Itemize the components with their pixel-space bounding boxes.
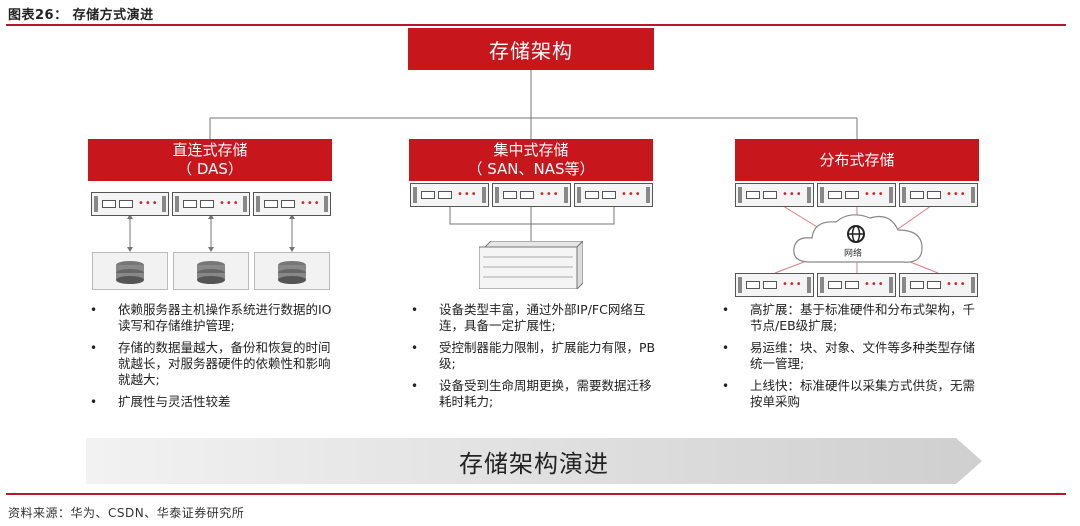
centralized-header: 集中式存储 （ SAN、NAS等）: [409, 139, 653, 181]
server-icon: •••: [410, 183, 489, 207]
disk-icon: [92, 252, 168, 290]
server-icon: •••: [899, 183, 978, 207]
das-subtitle: （ DAS）: [177, 160, 243, 178]
centralized-title: 集中式存储: [493, 141, 569, 159]
server-icon: •••: [172, 192, 250, 216]
storage-array-icon: [478, 239, 585, 291]
distributed-title: 分布式存储: [819, 150, 895, 169]
disk-icon: [173, 252, 249, 290]
centralized-subtitle: （ SAN、NAS等）: [467, 160, 595, 178]
list-item: 设备类型丰富，通过外部IP/FC网络互连，具备一定扩展性;: [409, 302, 659, 334]
distributed-header: 分布式存储: [735, 139, 979, 181]
server-icon: •••: [817, 183, 896, 207]
server-icon: •••: [735, 273, 814, 297]
server-icon: •••: [253, 192, 331, 216]
das-bullets: 依赖服务器主机操作系统进行数据的IO读写和存储维护管理; 存储的数据量越大，备份…: [88, 302, 338, 416]
server-icon: •••: [735, 183, 814, 207]
list-item: 高扩展：基于标准硬件和分布式架构，千节点/EB级扩展;: [720, 302, 982, 334]
server-icon: •••: [91, 192, 169, 216]
globe-icon: [847, 225, 865, 243]
server-icon: •••: [899, 273, 978, 297]
das-header: 直连式存储 （ DAS）: [88, 139, 332, 181]
list-item: 依赖服务器主机操作系统进行数据的IO读写和存储维护管理;: [88, 302, 338, 334]
bottom-divider: [6, 493, 1066, 495]
list-item: 受控制器能力限制，扩展能力有限，PB级;: [409, 340, 659, 372]
das-title: 直连式存储: [172, 141, 248, 159]
storage-architecture-root: 存储架构: [408, 28, 654, 70]
source-note: 资料来源：华为、CSDN、华泰证券研究所: [8, 506, 245, 520]
list-item: 上线快：标准硬件以采集方式供货，无需按单采购: [720, 378, 982, 410]
server-icon: •••: [492, 183, 571, 207]
network-label: 网络: [844, 249, 863, 259]
evolution-label: 存储架构演进: [459, 449, 609, 478]
list-item: 设备受到生命周期更换，需要数据迁移耗时耗力;: [409, 378, 659, 410]
server-icon: •••: [817, 273, 896, 297]
list-item: 易运维：块、对象、文件等多种类型存储统一管理;: [720, 340, 982, 372]
centralized-bullets: 设备类型丰富，通过外部IP/FC网络互连，具备一定扩展性; 受控制器能力限制，扩…: [409, 302, 659, 416]
distributed-bullets: 高扩展：基于标准硬件和分布式架构，千节点/EB级扩展; 易运维：块、对象、文件等…: [720, 302, 982, 416]
disk-icon: [254, 252, 330, 290]
list-item: 存储的数据量越大，备份和恢复的时间就越长，对服务器硬件的依赖性和影响就越大;: [88, 340, 338, 388]
server-icon: •••: [574, 183, 653, 207]
list-item: 扩展性与灵活性较差: [88, 394, 338, 410]
